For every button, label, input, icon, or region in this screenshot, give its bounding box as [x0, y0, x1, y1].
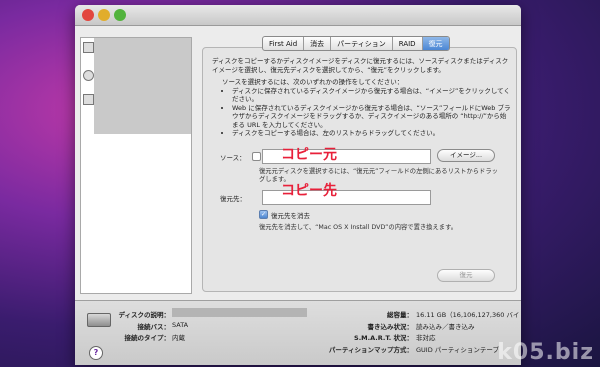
instruction-bullet: Web に保存されているディスクイメージから復元する場合は、“ソース”フィールド…	[232, 104, 512, 130]
destination-overlay-label: コピー先	[281, 183, 337, 199]
tab-restore[interactable]: 復元	[422, 37, 449, 50]
description-label: ディスクの説明：	[118, 311, 170, 319]
smart-status-label: S.M.A.R.T. 状況：	[354, 334, 413, 342]
partition-map-value: GUID パーティションテーブ	[416, 346, 500, 354]
title-bar[interactable]	[75, 5, 521, 26]
source-label: ソース：	[220, 154, 246, 162]
disk-list-selection[interactable]	[94, 38, 191, 134]
connection-type-value: 内蔵	[172, 334, 185, 342]
capacity-value: 16.11 GB（16,106,127,360 バイト）	[416, 311, 521, 319]
instructions-sub: ソースを選択するには、次のいずれかの操作をしてください：	[222, 78, 404, 86]
write-status-label: 書き込み状況：	[367, 323, 414, 331]
instructions: ディスクをコピーするかディスクイメージをディスクに復元するには、ソースディスクま…	[212, 57, 512, 138]
erase-destination-label: 復元先を消去	[271, 212, 310, 220]
close-button[interactable]	[82, 9, 94, 21]
partition-map-label: パーティションマップ方式：	[328, 346, 413, 354]
capacity-label: 総容量：	[387, 311, 413, 319]
tab-raid[interactable]: RAID	[393, 37, 423, 50]
source-note: 復元元ディスクを選択するには、“復元元”フィールドの左側にあるリストからドラッグ…	[259, 168, 498, 183]
bus-value: SATA	[172, 321, 189, 329]
source-drop-well[interactable]	[252, 152, 261, 161]
tab-bar: First Aid 消去 パーティション RAID 復元	[262, 36, 450, 51]
watermark: k05.biz	[497, 340, 594, 365]
tab-partition[interactable]: パーティション	[331, 37, 393, 50]
document-icon[interactable]	[83, 94, 94, 105]
dvd-icon[interactable]	[83, 70, 94, 81]
help-button[interactable]: ?	[89, 346, 103, 360]
description-value-redacted	[172, 308, 307, 317]
source-overlay-label: コピー元	[281, 147, 337, 163]
smart-status-value: 非対応	[416, 334, 436, 342]
connection-type-label: 接続のタイプ：	[124, 334, 171, 342]
instruction-bullet: ディスクをコピーする場合は、左のリストからドラッグしてください。	[232, 129, 512, 138]
zoom-button[interactable]	[114, 9, 126, 21]
disk-info-bar: ディスクの説明： 接続バス： SATA 接続のタイプ： 内蔵 総容量： 16.1…	[75, 300, 521, 365]
tab-first-aid[interactable]: First Aid	[263, 37, 305, 50]
write-status-value: 読み込み／書き込み	[416, 323, 475, 331]
bus-label: 接続バス：	[137, 323, 171, 331]
instructions-intro: ディスクをコピーするかディスクイメージをディスクに復元するには、ソースディスクま…	[212, 57, 509, 74]
erase-destination-checkbox[interactable]: ✓	[259, 210, 268, 219]
destination-label: 復元先：	[220, 195, 246, 203]
disk-list[interactable]	[80, 37, 192, 294]
minimize-button[interactable]	[98, 9, 110, 21]
instruction-bullet: ディスクに保存されているディスクイメージから復元する場合は、“イメージ”をクリッ…	[232, 87, 512, 104]
disk-icon[interactable]	[83, 42, 94, 53]
restore-button[interactable]: 復元	[437, 269, 495, 282]
tab-erase[interactable]: 消去	[304, 37, 332, 50]
image-button[interactable]: イメージ...	[437, 149, 495, 162]
disk-utility-window: First Aid 消去 パーティション RAID 復元 ディスクをコピーするか…	[75, 5, 521, 365]
destination-note: 復元先を消去して、“Mac OS X Install DVD”の内容で置き換えま…	[259, 224, 458, 231]
